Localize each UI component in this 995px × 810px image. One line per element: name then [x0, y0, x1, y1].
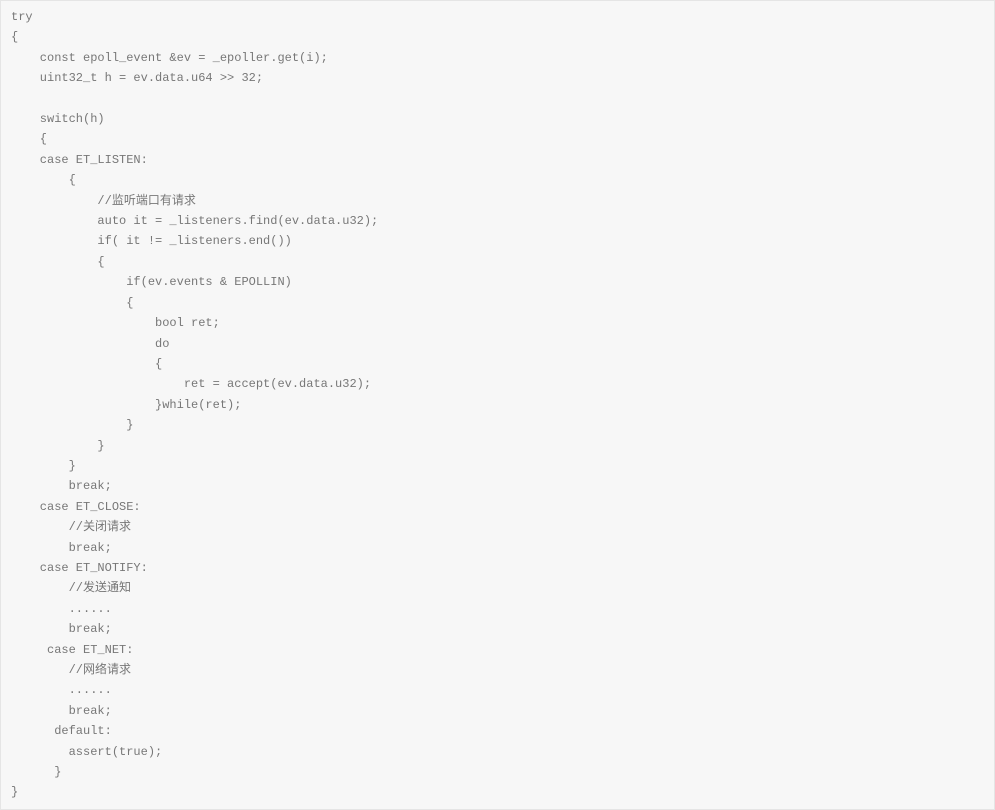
code-content: try { const epoll_event &ev = _epoller.g… [11, 10, 378, 799]
code-block: try { const epoll_event &ev = _epoller.g… [0, 0, 995, 810]
